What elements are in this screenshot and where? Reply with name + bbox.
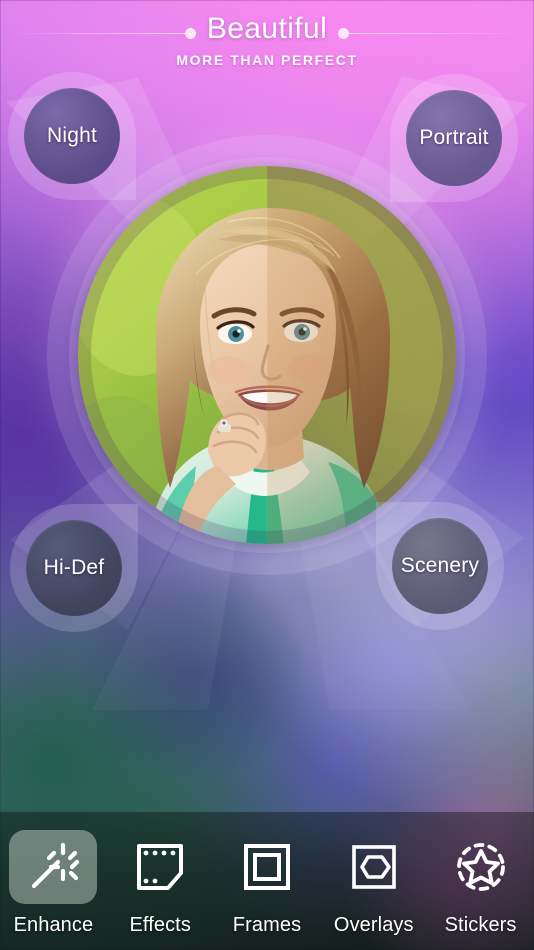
tab-frames[interactable]: Frames [214, 830, 321, 937]
filter-bubble-portrait[interactable]: Portrait [390, 74, 518, 202]
filter-bubble-scenery[interactable]: Scenery [376, 502, 504, 630]
tab-effects[interactable]: Effects [107, 830, 214, 937]
page-title: Beautiful [206, 12, 328, 45]
tab-overlays[interactable]: Overlays [320, 830, 427, 937]
nested-square-icon [223, 830, 311, 904]
star-dashed-icon [437, 830, 525, 904]
hexagon-square-icon [330, 830, 418, 904]
tab-label-stickers: Stickers [444, 914, 517, 936]
film-frame-icon [116, 830, 204, 904]
filter-bubble-hidef[interactable]: Hi-Def [10, 504, 138, 632]
tab-label-frames: Frames [232, 914, 302, 936]
filter-bubble-night[interactable]: Night [8, 72, 136, 200]
tab-label-effects: Effects [129, 914, 191, 936]
app-header: Beautiful MORE THAN PERFECT [0, 0, 534, 88]
app-screen: Beautiful MORE THAN PERFECT Night Portra… [0, 0, 534, 950]
tab-label-enhance: Enhance [13, 914, 94, 936]
magic-wand-icon [9, 830, 98, 904]
tab-stickers[interactable]: Stickers [427, 830, 534, 937]
bottom-toolbar: Enhance Effects Frames Overlays Stickers [0, 812, 534, 950]
filter-label-night: Night [46, 124, 98, 147]
filter-label-hidef: Hi-Def [43, 556, 105, 579]
photo-preview[interactable] [78, 166, 456, 544]
filter-label-portrait: Portrait [419, 126, 489, 149]
tab-label-overlays: Overlays [333, 914, 414, 936]
tab-enhance[interactable]: Enhance [0, 830, 107, 937]
filter-label-scenery: Scenery [400, 554, 480, 577]
page-subtitle: MORE THAN PERFECT [176, 52, 358, 68]
portrait-illustration [78, 166, 456, 544]
